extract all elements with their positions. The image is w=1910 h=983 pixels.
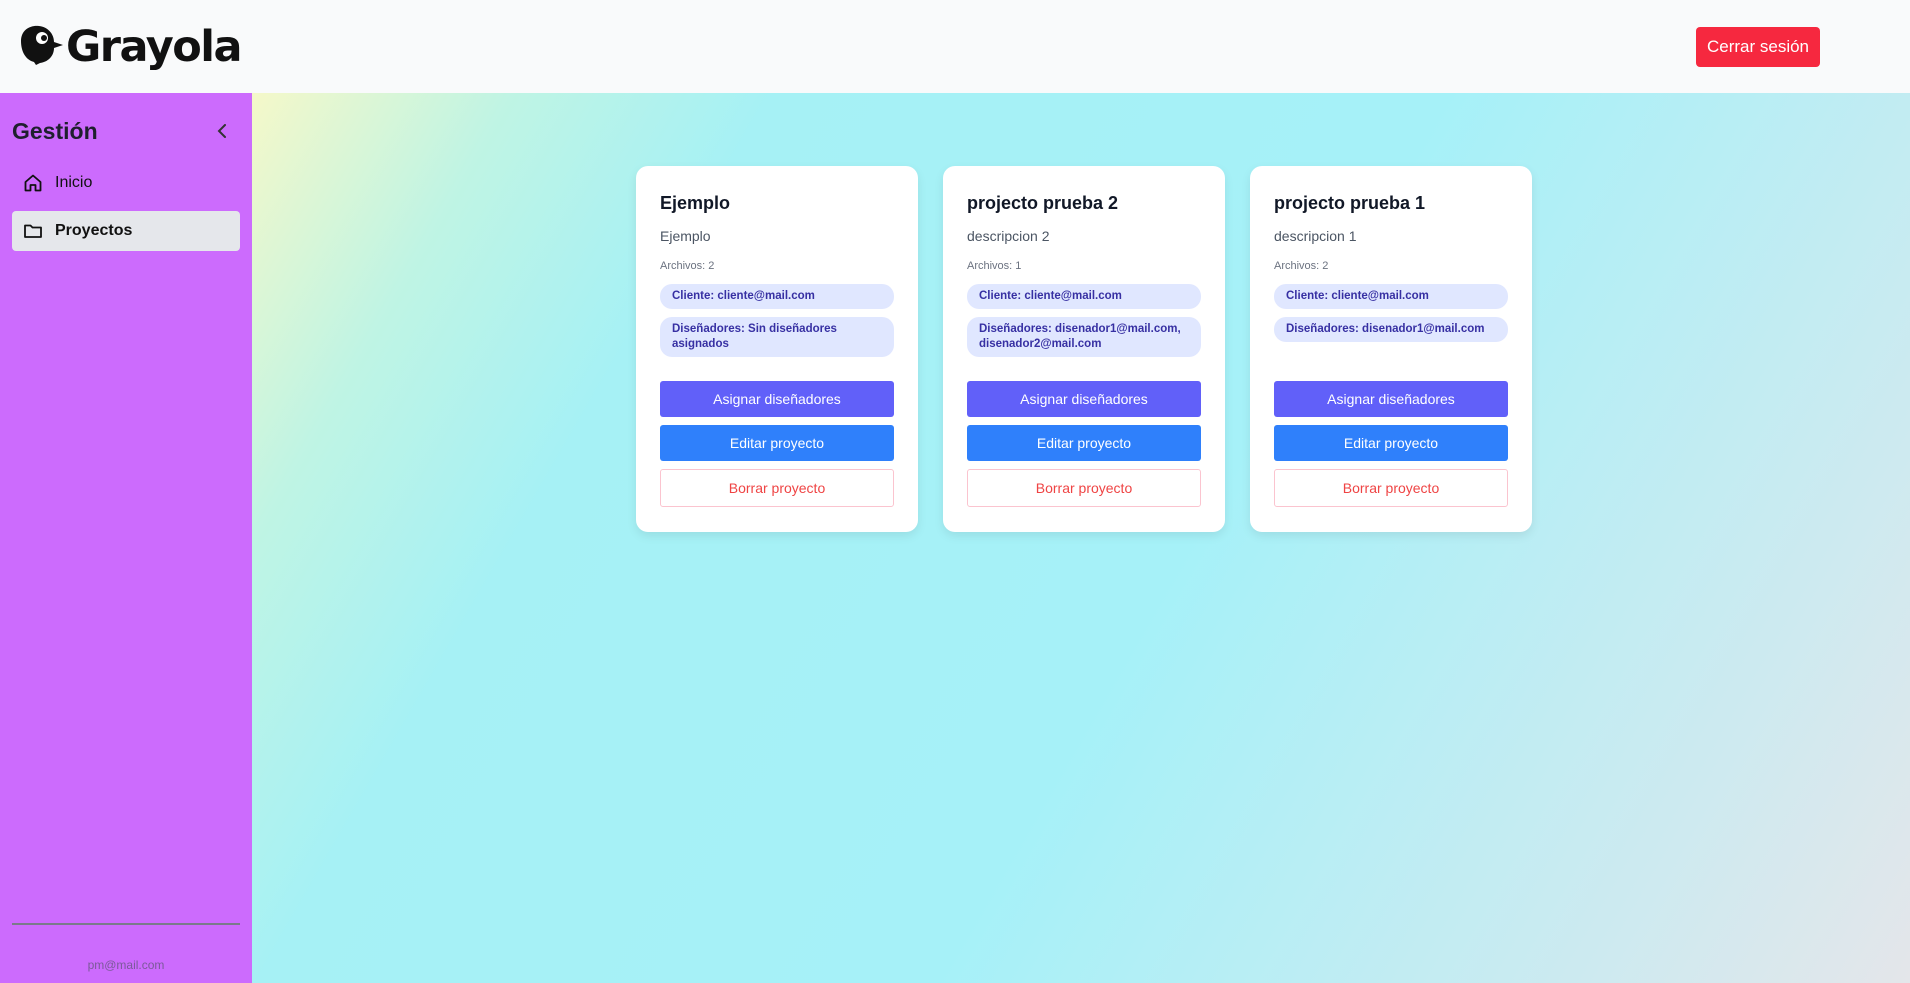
project-title: Ejemplo: [660, 193, 731, 213]
sidebar-footer: pm@mail.com: [12, 923, 240, 983]
edit-project-button[interactable]: Editar proyecto: [1274, 425, 1508, 461]
folder-icon: [23, 221, 43, 241]
project-cards: Ejemplo Ejemplo Archivos: 2 Cliente: cli…: [636, 166, 1532, 532]
project-title: projecto prueba 1: [1274, 193, 1426, 213]
project-description: Ejemplo: [660, 228, 711, 244]
bird-logo-icon: [18, 21, 64, 72]
sidebar-item-label: Inicio: [55, 174, 93, 191]
client-badge: Cliente: cliente@mail.com: [660, 284, 894, 309]
home-icon: [23, 173, 43, 193]
project-files-count: Archivos: 2: [1274, 260, 1329, 272]
main-content: Ejemplo Ejemplo Archivos: 2 Cliente: cli…: [252, 93, 1910, 983]
assign-designers-button[interactable]: Asignar diseñadores: [660, 381, 894, 417]
sidebar-title: Gestión: [12, 117, 98, 144]
sidebar-header: Gestión: [12, 93, 240, 163]
sidebar-item-label: Proyectos: [55, 222, 133, 239]
logo-text: Grayola: [66, 21, 243, 72]
chevron-left-icon[interactable]: [212, 121, 232, 141]
project-card: Ejemplo Ejemplo Archivos: 2 Cliente: cli…: [636, 166, 918, 532]
sidebar-item-proyectos[interactable]: Proyectos: [12, 211, 240, 251]
project-tags: Cliente: cliente@mail.com Diseñadores: d…: [967, 284, 1201, 381]
delete-project-button[interactable]: Borrar proyecto: [660, 469, 894, 507]
top-bar: Grayola Cerrar sesión: [0, 0, 1910, 93]
logout-button[interactable]: Cerrar sesión: [1696, 26, 1820, 67]
project-description: descripcion 2: [967, 228, 1050, 244]
project-title: projecto prueba 2: [967, 193, 1119, 213]
client-badge: Cliente: cliente@mail.com: [1274, 284, 1508, 309]
designers-badge: Diseñadores: Sin diseñadores asignados: [660, 317, 894, 357]
project-tags: Cliente: cliente@mail.com Diseñadores: S…: [660, 284, 894, 381]
edit-project-button[interactable]: Editar proyecto: [660, 425, 894, 461]
project-files-count: Archivos: 1: [967, 260, 1022, 272]
designers-badge: Diseñadores: disenador1@mail.com, disena…: [967, 317, 1201, 357]
project-description: descripcion 1: [1274, 228, 1357, 244]
logo[interactable]: Grayola: [18, 21, 243, 72]
assign-designers-button[interactable]: Asignar diseñadores: [967, 381, 1201, 417]
project-card: projecto prueba 1 descripcion 1 Archivos…: [1250, 166, 1532, 532]
delete-project-button[interactable]: Borrar proyecto: [967, 469, 1201, 507]
sidebar-item-inicio[interactable]: Inicio: [12, 163, 240, 203]
delete-project-button[interactable]: Borrar proyecto: [1274, 469, 1508, 507]
sidebar: Gestión Inicio Proyectos pm@mail.com: [0, 93, 252, 983]
assign-designers-button[interactable]: Asignar diseñadores: [1274, 381, 1508, 417]
project-card: projecto prueba 2 descripcion 2 Archivos…: [943, 166, 1225, 532]
project-files-count: Archivos: 2: [660, 260, 715, 272]
client-badge: Cliente: cliente@mail.com: [967, 284, 1201, 309]
project-tags: Cliente: cliente@mail.com Diseñadores: d…: [1274, 284, 1508, 381]
edit-project-button[interactable]: Editar proyecto: [967, 425, 1201, 461]
user-email: pm@mail.com: [87, 958, 165, 972]
designers-badge: Diseñadores: disenador1@mail.com: [1274, 317, 1508, 342]
